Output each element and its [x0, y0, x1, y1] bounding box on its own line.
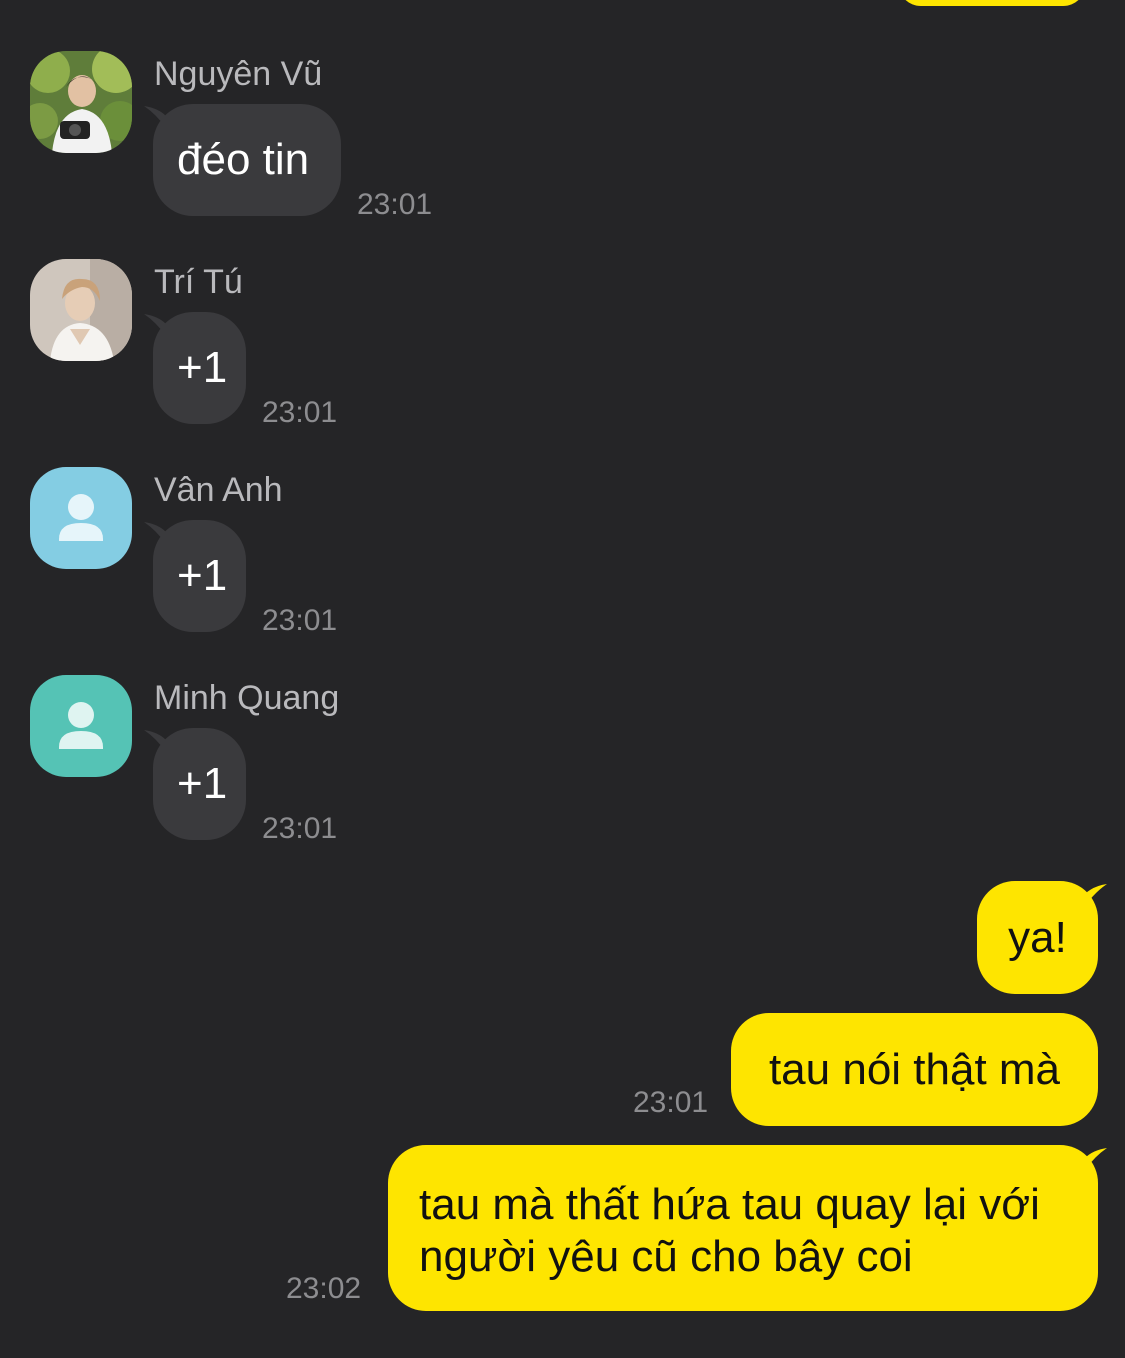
avatar-default-van-anh[interactable]	[30, 467, 132, 569]
message-timestamp: 23:01	[357, 188, 433, 221]
message-timestamp: 23:01	[633, 1086, 709, 1119]
default-person-icon	[59, 494, 103, 541]
message-text: +1	[177, 551, 228, 600]
message-text: đéo tin	[177, 135, 310, 184]
message-bubble[interactable]: +1	[153, 312, 246, 424]
photo-avatar-icon	[30, 259, 132, 361]
default-person-icon	[59, 702, 103, 749]
sender-name: Minh Quang	[154, 679, 340, 717]
avatar-default-minh-quang[interactable]	[30, 675, 132, 777]
message-bubble[interactable]: đéo tin	[153, 104, 341, 216]
message-text-line: người yêu cũ cho bây coi	[419, 1232, 913, 1281]
avatar-photo-nguyen-vu[interactable]	[30, 51, 132, 153]
my-message-bubble[interactable]: ya!	[977, 881, 1098, 994]
message-bubble[interactable]: +1	[153, 520, 246, 632]
photo-avatar-icon	[30, 51, 132, 153]
message-text-line: tau mà thất hứa tau quay lại với	[419, 1180, 1040, 1229]
message-bubble[interactable]: +1	[153, 728, 246, 840]
previous-outgoing-bubble[interactable]	[898, 0, 1086, 6]
avatar-photo-tri-tu[interactable]	[30, 259, 132, 361]
message-text: +1	[177, 759, 228, 808]
my-message-bubble[interactable]: tau mà thất hứa tau quay lại với người y…	[388, 1145, 1098, 1311]
message-timestamp: 23:01	[262, 812, 338, 845]
message-timestamp: 23:01	[262, 604, 338, 637]
message-text: ya!	[1008, 912, 1067, 962]
sender-name: Vân Anh	[154, 471, 283, 509]
sender-name: Trí Tú	[154, 263, 243, 301]
my-message-bubble[interactable]: tau nói thật mà	[731, 1013, 1098, 1126]
message-timestamp: 23:01	[262, 396, 338, 429]
sender-name: Nguyên Vũ	[154, 55, 323, 93]
message-text: tau nói thật mà	[768, 1044, 1061, 1094]
message-timestamp: 23:02	[286, 1272, 362, 1305]
message-text: +1	[177, 343, 228, 392]
